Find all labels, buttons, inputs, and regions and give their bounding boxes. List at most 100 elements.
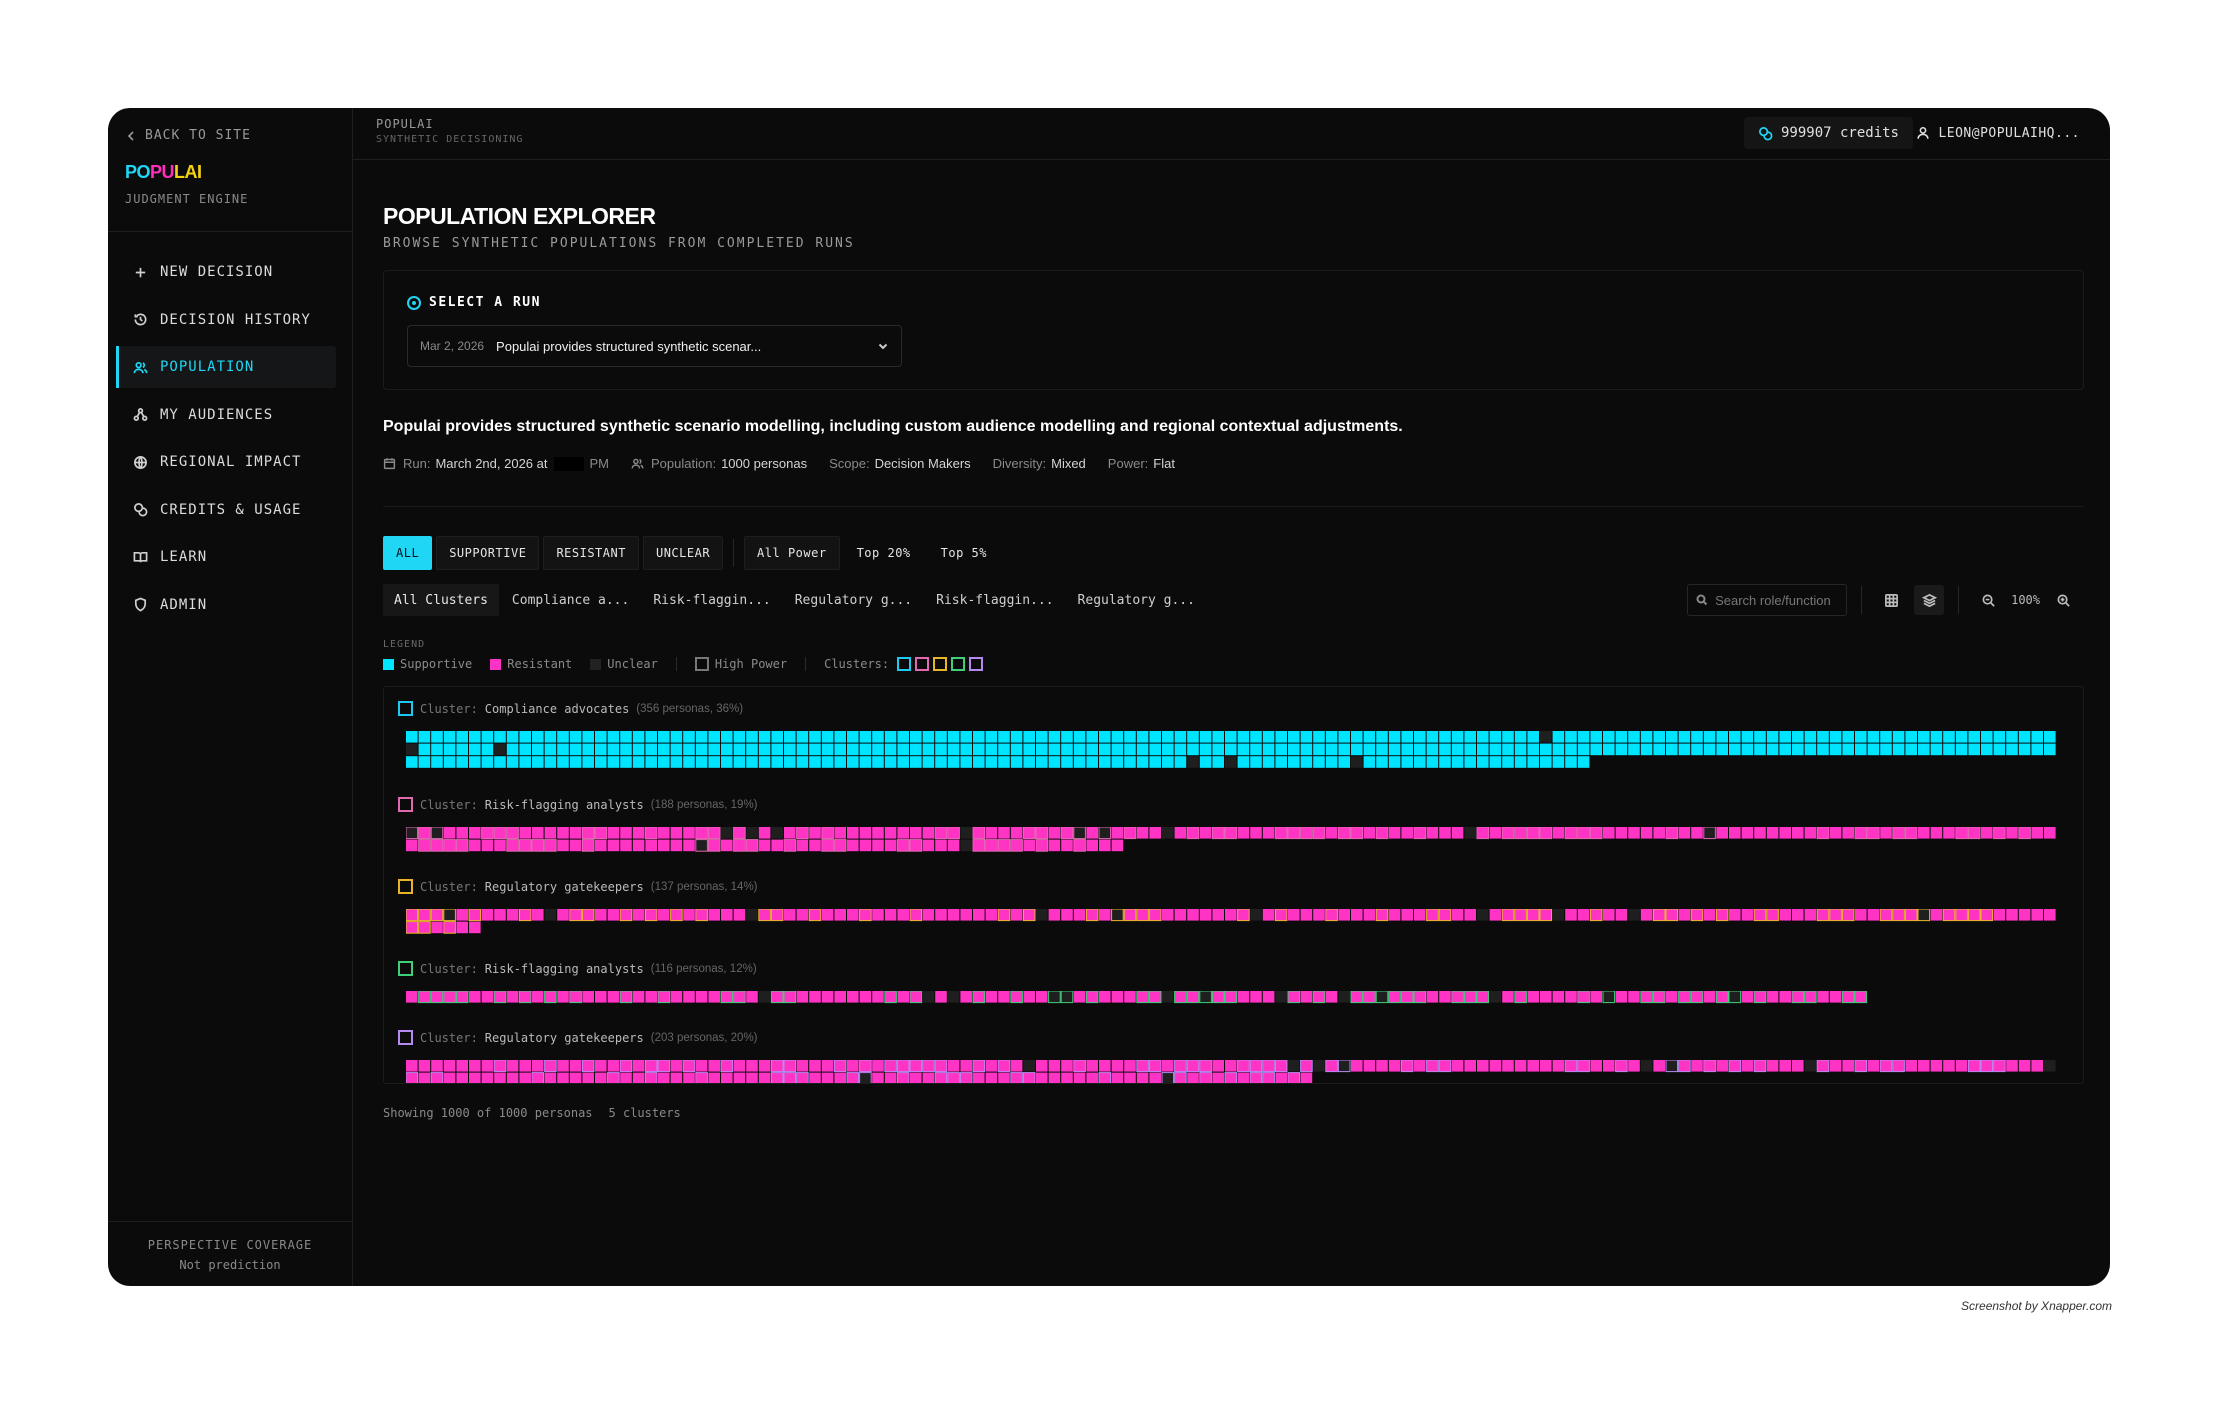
persona-cell[interactable] — [607, 1060, 620, 1072]
persona-cell[interactable] — [834, 991, 846, 1003]
persona-cell[interactable] — [1589, 909, 1603, 922]
persona-cell[interactable] — [607, 731, 620, 743]
persona-cell[interactable] — [1640, 1060, 1653, 1072]
persona-cell[interactable] — [607, 743, 620, 756]
persona-cell[interactable] — [1451, 743, 1464, 756]
filter-all-power[interactable]: All Power — [744, 536, 840, 570]
sidebar-item-credits-usage[interactable]: CREDITS & USAGE — [116, 489, 336, 531]
persona-cell[interactable] — [746, 827, 758, 839]
persona-cell[interactable] — [1829, 991, 1842, 1003]
persona-cell[interactable] — [1602, 991, 1616, 1004]
persona-cell[interactable] — [909, 909, 923, 922]
persona-cell[interactable] — [972, 1060, 986, 1073]
persona-cell[interactable] — [557, 731, 569, 743]
persona-cell[interactable] — [721, 909, 733, 921]
persona-cell[interactable] — [746, 743, 758, 756]
zoom-in-button[interactable] — [2048, 585, 2078, 615]
persona-cell[interactable] — [1854, 1060, 1868, 1073]
persona-cell[interactable] — [1036, 991, 1048, 1003]
persona-cell[interactable] — [481, 743, 494, 756]
persona-cell[interactable] — [1275, 1072, 1287, 1084]
persona-cell[interactable] — [469, 731, 481, 743]
persona-cell[interactable] — [1728, 1060, 1742, 1073]
persona-cell[interactable] — [1060, 827, 1074, 840]
persona-cell[interactable] — [418, 1072, 431, 1084]
persona-cell[interactable] — [922, 839, 935, 852]
persona-cell[interactable] — [796, 731, 809, 743]
persona-cell[interactable] — [859, 839, 872, 852]
persona-cell[interactable] — [569, 756, 582, 768]
persona-cell[interactable] — [1414, 909, 1426, 921]
persona-cell[interactable] — [1628, 827, 1640, 839]
persona-cell[interactable] — [670, 1072, 683, 1084]
persona-cell[interactable] — [1375, 909, 1389, 922]
persona-cell[interactable] — [1904, 827, 1918, 840]
persona-cell[interactable] — [1439, 827, 1451, 839]
persona-cell[interactable] — [695, 909, 708, 922]
persona-cell[interactable] — [872, 827, 884, 839]
persona-cell[interactable] — [1829, 731, 1842, 743]
persona-cell[interactable] — [1817, 743, 1829, 756]
persona-cell[interactable] — [532, 743, 544, 756]
persona-cell[interactable] — [582, 731, 594, 743]
persona-cell[interactable] — [1665, 1060, 1679, 1073]
persona-cell[interactable] — [1249, 1072, 1263, 1084]
persona-cell[interactable] — [1967, 1060, 1981, 1073]
persona-cell[interactable] — [683, 756, 695, 768]
persona-cell[interactable] — [847, 756, 859, 768]
persona-cell[interactable] — [770, 1060, 784, 1073]
persona-cell[interactable] — [557, 1060, 569, 1072]
persona-cell[interactable] — [2018, 731, 2031, 743]
persona-cell[interactable] — [1753, 909, 1767, 922]
persona-cell[interactable] — [1628, 991, 1640, 1003]
brand-logo[interactable]: POPULAI — [125, 162, 202, 183]
persona-cell[interactable] — [607, 839, 620, 852]
persona-cell[interactable] — [1136, 1060, 1149, 1073]
persona-cell[interactable] — [1980, 1060, 1994, 1073]
persona-cell[interactable] — [1691, 743, 1703, 756]
persona-cell[interactable] — [2006, 731, 2018, 743]
persona-cell[interactable] — [418, 1060, 431, 1072]
persona-cell[interactable] — [418, 921, 431, 934]
persona-cell[interactable] — [1085, 909, 1099, 922]
persona-cell[interactable] — [455, 839, 469, 852]
persona-cell[interactable] — [1464, 756, 1476, 768]
persona-cell[interactable] — [1249, 1060, 1263, 1073]
persona-cell[interactable] — [1036, 731, 1048, 743]
persona-cell[interactable] — [1792, 743, 1804, 756]
persona-cell[interactable] — [884, 756, 897, 768]
persona-cell[interactable] — [1930, 909, 1943, 921]
persona-cell[interactable] — [1552, 909, 1565, 921]
persona-cell[interactable] — [897, 827, 909, 839]
back-to-site-link[interactable]: BACK TO SITE — [125, 128, 251, 143]
persona-cell[interactable] — [494, 839, 506, 852]
persona-cell[interactable] — [1010, 756, 1023, 768]
persona-cell[interactable] — [1212, 1060, 1224, 1072]
persona-cell[interactable] — [1061, 731, 1073, 743]
persona-cell[interactable] — [721, 756, 733, 768]
persona-cell[interactable] — [960, 756, 972, 768]
persona-cell[interactable] — [632, 839, 645, 852]
persona-cell[interactable] — [1867, 827, 1880, 840]
persona-cell[interactable] — [595, 743, 607, 756]
persona-cell[interactable] — [1148, 1060, 1162, 1073]
persona-cell[interactable] — [947, 756, 960, 768]
persona-cell[interactable] — [796, 1060, 809, 1072]
persona-cell[interactable] — [1741, 1060, 1754, 1072]
cluster-tab-4[interactable]: Risk-flaggin... — [925, 584, 1064, 616]
persona-cell[interactable] — [1325, 827, 1338, 839]
persona-cell[interactable] — [1552, 1060, 1565, 1072]
persona-cell[interactable] — [947, 827, 960, 840]
persona-cell[interactable] — [1350, 991, 1364, 1004]
persona-cell[interactable] — [1325, 991, 1338, 1003]
sidebar-item-new-decision[interactable]: NEW DECISION — [116, 251, 336, 293]
persona-cell[interactable] — [1993, 743, 2006, 756]
persona-cell[interactable] — [1540, 991, 1552, 1003]
persona-cell[interactable] — [1036, 1060, 1048, 1072]
persona-cell[interactable] — [1967, 827, 1981, 840]
persona-cell[interactable] — [1879, 1060, 1893, 1073]
persona-cell[interactable] — [1124, 991, 1136, 1003]
persona-cell[interactable] — [532, 991, 544, 1003]
persona-cell[interactable] — [1187, 756, 1199, 768]
persona-cell[interactable] — [644, 827, 658, 840]
